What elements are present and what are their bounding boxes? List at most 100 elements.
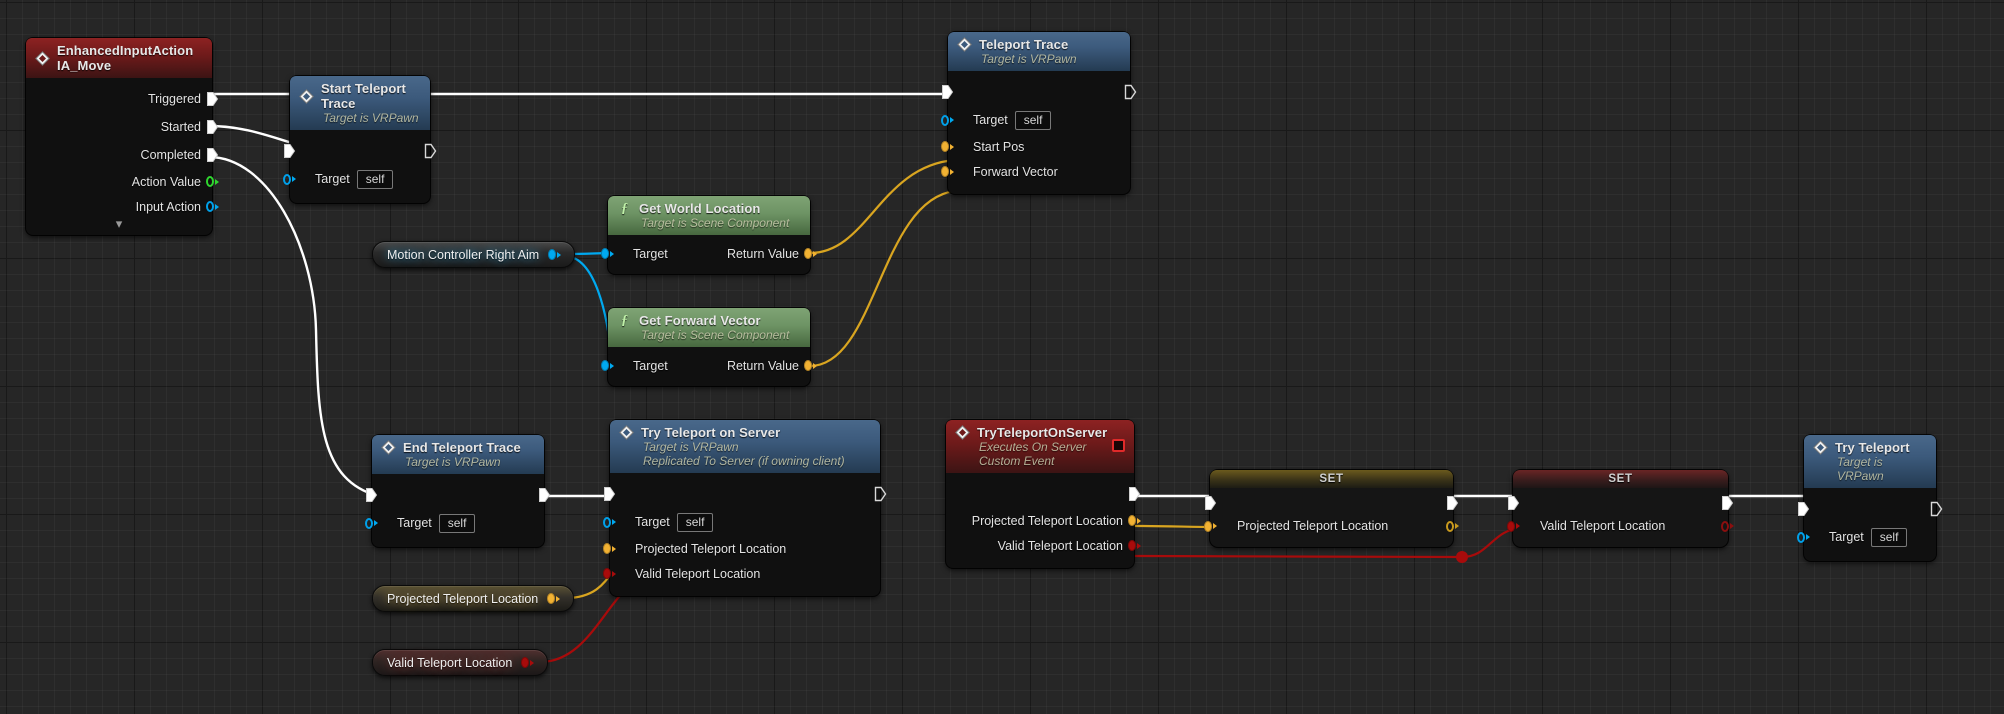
event-diamond-icon [1813, 440, 1828, 455]
node-end-teleport-trace[interactable]: End Teleport Trace Target is VRPawn Targ… [365, 435, 551, 547]
object-pin-icon[interactable] [601, 247, 614, 260]
node-try-teleport-on-server-custom-event[interactable]: TryTeleportOnServer Executes On Server C… [946, 420, 1141, 568]
exec-input-pin-icon[interactable] [365, 487, 378, 503]
exec-input-pin-icon[interactable] [283, 143, 296, 159]
target-self-value[interactable]: self [1870, 527, 1908, 547]
exec-output-pin-icon[interactable] [874, 486, 887, 502]
target-self-value[interactable]: self [438, 513, 476, 533]
exec-output-pin-icon[interactable] [538, 487, 551, 503]
input-row-projected-teleport-location[interactable]: Projected Teleport Location [603, 536, 880, 561]
exec-pin-icon[interactable] [206, 147, 219, 163]
input-row-target[interactable]: Target self [283, 165, 430, 193]
node-title: Get Forward Vector [639, 313, 761, 328]
node-teleport-trace[interactable]: Teleport Trace Target is VRPawn Target s… [941, 32, 1137, 194]
vector-pin-icon[interactable] [804, 247, 817, 260]
target-self-value[interactable]: self [676, 512, 714, 532]
output-pin-input-action[interactable]: Input Action [26, 194, 219, 219]
exec-input-pin-icon[interactable] [603, 486, 616, 502]
object-pin-icon[interactable] [941, 114, 954, 127]
bool-pin-icon[interactable] [1128, 539, 1141, 552]
target-self-value[interactable]: self [356, 169, 394, 189]
node-start-teleport-trace[interactable]: Start Teleport Trace Target is VRPawn Ta… [283, 76, 437, 203]
node-body: Target self [365, 474, 551, 547]
output-pin-started[interactable]: Started [26, 113, 219, 141]
vector-pin-icon[interactable] [941, 165, 954, 178]
node-title: EnhancedInputAction IA_Move [57, 43, 194, 73]
input-row-start-pos[interactable]: Start Pos [941, 134, 1130, 159]
node-motion-controller-right-aim[interactable]: Motion Controller Right Aim [372, 241, 576, 268]
io-row[interactable]: Target Return Value [601, 353, 817, 378]
input-row-target[interactable]: Target self [603, 508, 880, 536]
exec-input-pin-icon[interactable] [1507, 495, 1520, 511]
node-var-valid-teleport-location[interactable]: Valid Teleport Location [372, 649, 549, 676]
target-self-value[interactable]: self [1014, 110, 1052, 130]
event-diamond-icon [35, 50, 50, 66]
blueprint-graph-canvas[interactable]: EnhancedInputAction IA_Move Triggered St… [0, 0, 2004, 714]
exec-output-pin-icon[interactable] [1721, 495, 1734, 511]
node-subtitle: Executes On Server [979, 440, 1087, 454]
node-set-projected-teleport-location[interactable]: SET Projected Teleport Location [1204, 470, 1459, 547]
input-row-valid-teleport-location[interactable]: Valid Teleport Location [603, 561, 880, 586]
input-row-forward-vector[interactable]: Forward Vector [941, 159, 1130, 184]
server-replication-icon [1112, 439, 1125, 452]
exec-output-pin-icon[interactable] [1446, 495, 1459, 511]
exec-row[interactable] [1508, 492, 1734, 514]
bool-pin-icon[interactable] [521, 656, 535, 669]
exec-row[interactable] [604, 480, 887, 508]
input-row-target[interactable]: Target self [1797, 523, 1936, 551]
exec-row[interactable] [284, 137, 437, 165]
exec-row[interactable] [946, 480, 1141, 508]
node-set-valid-teleport-location[interactable]: SET Valid Teleport Location [1507, 470, 1734, 547]
exec-pin-icon[interactable] [206, 91, 219, 107]
vector-pin-icon[interactable] [1128, 514, 1141, 527]
variable-row[interactable]: Projected Teleport Location [1204, 514, 1459, 538]
io-row[interactable]: Target Return Value [601, 241, 817, 266]
exec-row[interactable] [1798, 495, 1943, 523]
object-pin-icon[interactable] [206, 200, 219, 213]
object-pin-icon[interactable] [603, 516, 616, 529]
output-pin-triggered[interactable]: Triggered [26, 85, 219, 113]
node-var-projected-teleport-location[interactable]: Projected Teleport Location [372, 585, 575, 612]
exec-input-pin-icon[interactable] [1204, 495, 1217, 511]
chevron-down-icon[interactable]: ▾ [26, 217, 212, 231]
input-row-target[interactable]: Target self [365, 509, 544, 537]
output-pin-completed[interactable]: Completed [26, 141, 219, 169]
node-try-teleport[interactable]: Try Teleport Target is VRPawn Target sel… [1797, 435, 1943, 561]
bool-pin-icon[interactable] [603, 567, 616, 580]
vector-pin-icon[interactable] [1204, 520, 1217, 533]
exec-input-pin-icon[interactable] [1797, 501, 1810, 517]
exec-input-pin-icon[interactable] [941, 84, 954, 100]
output-row-projected-teleport-location[interactable]: Projected Teleport Location [946, 508, 1141, 533]
object-pin-icon[interactable] [365, 517, 378, 530]
node-header: TryTeleportOnServer Executes On Server C… [946, 420, 1134, 473]
vector-output-pin-icon[interactable] [1446, 520, 1459, 533]
vector-pin-icon[interactable] [547, 592, 561, 605]
exec-output-pin-icon[interactable] [1128, 486, 1141, 502]
object-pin-icon[interactable] [1797, 531, 1810, 544]
vector-pin-icon[interactable] [941, 140, 954, 153]
exec-pin-icon[interactable] [206, 119, 219, 135]
object-pin-icon[interactable] [601, 359, 614, 372]
exec-output-pin-icon[interactable] [1124, 84, 1137, 100]
output-row-valid-teleport-location[interactable]: Valid Teleport Location [946, 533, 1141, 558]
exec-output-pin-icon[interactable] [1930, 501, 1943, 517]
bool-output-pin-icon[interactable] [1721, 520, 1734, 533]
vector-pin-icon[interactable] [804, 359, 817, 372]
object-pin-icon[interactable] [548, 248, 562, 261]
struct-pin-icon[interactable] [206, 175, 219, 188]
bool-pin-icon[interactable] [1507, 520, 1520, 533]
exec-row[interactable] [1205, 492, 1459, 514]
exec-row[interactable] [366, 481, 551, 509]
output-pin-action-value[interactable]: Action Value [26, 169, 219, 194]
exec-output-pin-icon[interactable] [424, 143, 437, 159]
variable-row[interactable]: Valid Teleport Location [1507, 514, 1734, 538]
object-pin-icon[interactable] [283, 173, 296, 186]
variable-label: Motion Controller Right Aim [387, 247, 540, 262]
exec-row[interactable] [942, 78, 1137, 106]
node-get-forward-vector[interactable]: ƒ Get Forward Vector Target is Scene Com… [601, 308, 817, 386]
input-row-target[interactable]: Target self [941, 106, 1130, 134]
node-enhanced-input-action-ia-move[interactable]: EnhancedInputAction IA_Move Triggered St… [26, 38, 219, 235]
vector-pin-icon[interactable] [603, 542, 616, 555]
node-get-world-location[interactable]: ƒ Get World Location Target is Scene Com… [601, 196, 817, 274]
node-try-teleport-on-server[interactable]: Try Teleport on Server Target is VRPawn … [603, 420, 887, 596]
